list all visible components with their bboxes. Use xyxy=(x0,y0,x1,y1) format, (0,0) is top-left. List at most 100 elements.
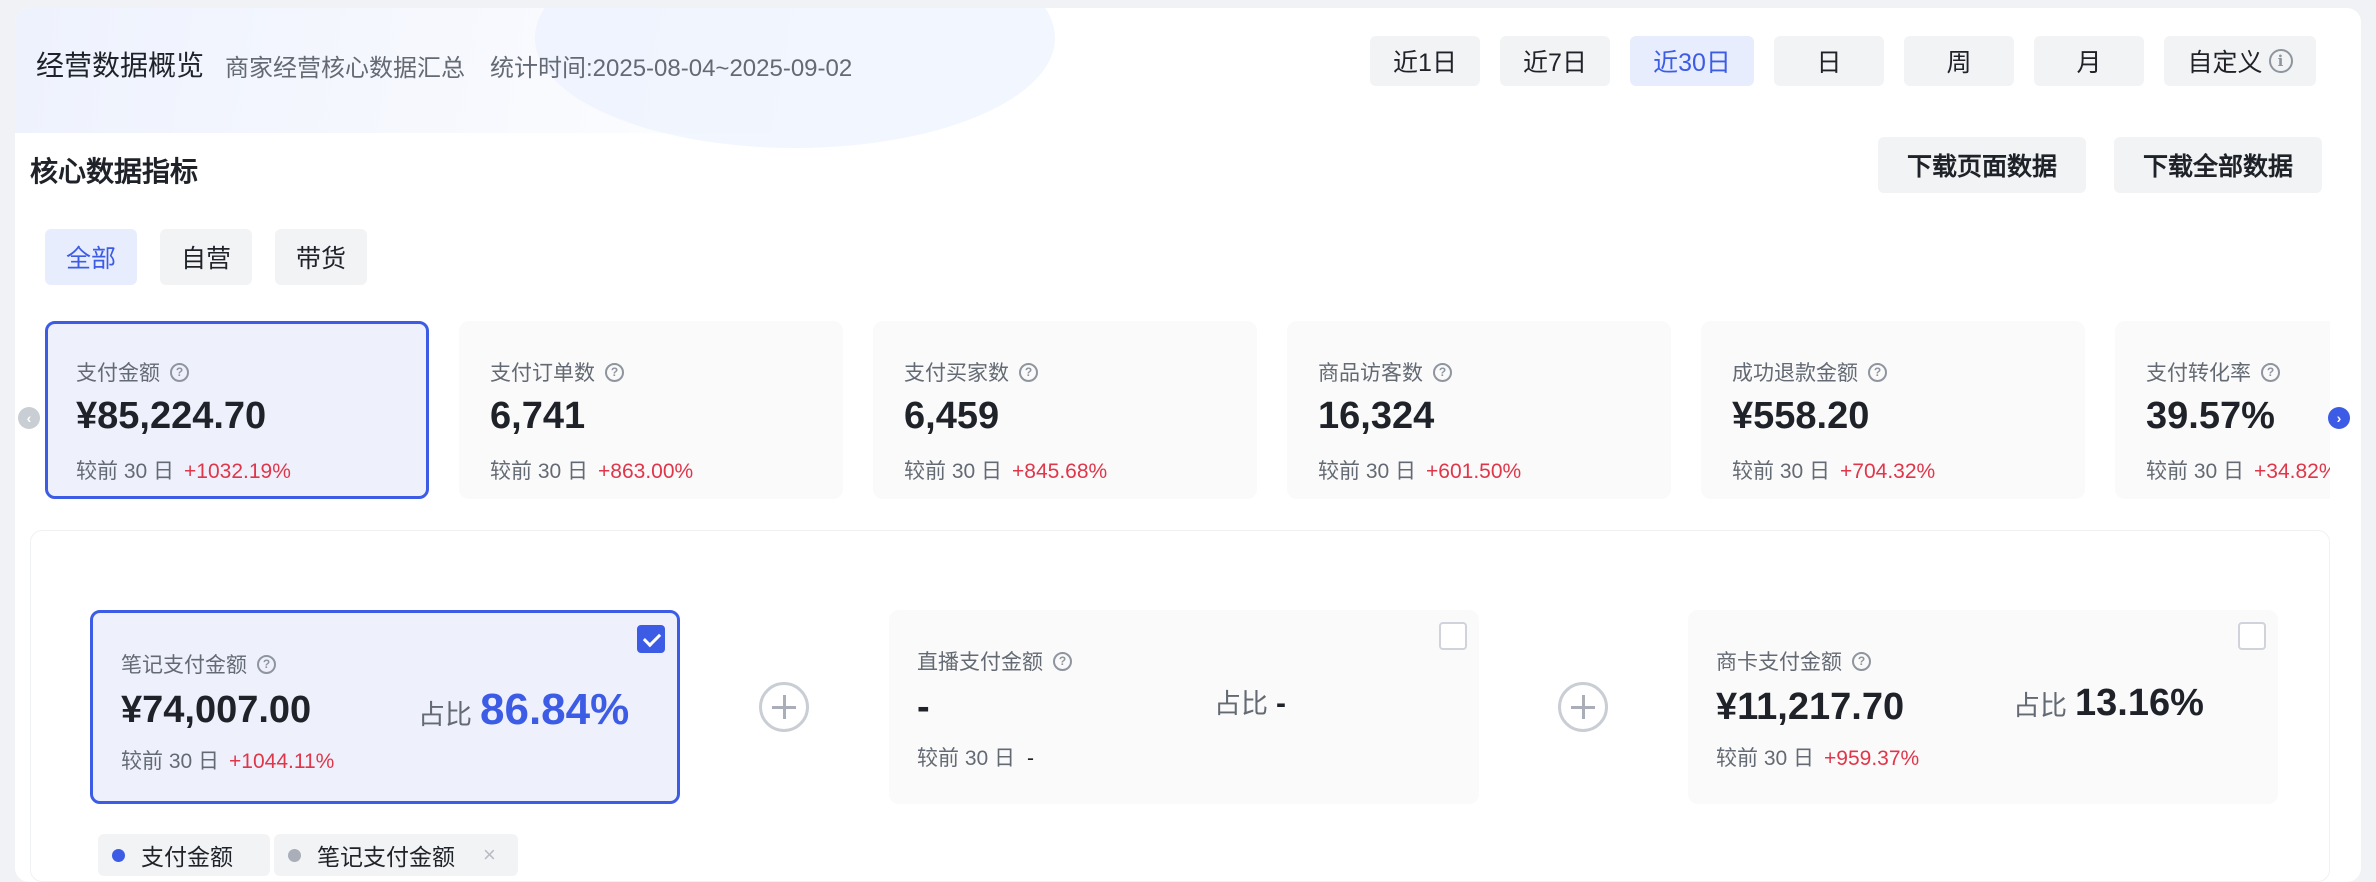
carousel-next-icon[interactable]: › xyxy=(2328,407,2350,429)
breakdown-label-wrap: 笔记支付金额? xyxy=(121,649,276,679)
info-icon: i xyxy=(2268,49,2293,73)
question-icon[interactable]: ? xyxy=(1868,362,1887,382)
question-icon[interactable]: ? xyxy=(1433,362,1452,382)
legend-chip-note-payment[interactable]: 笔记支付金额 × xyxy=(274,834,518,876)
range-custom-button[interactable]: 自定义 i xyxy=(2164,36,2316,86)
download-page-data-button[interactable]: 下载页面数据 xyxy=(1878,137,2086,193)
metric-label-wrap: 支付转化率? xyxy=(2146,357,2280,387)
legend-dot xyxy=(112,848,125,862)
question-icon[interactable]: ? xyxy=(2261,362,2280,382)
breakdown-label: 直播支付金额 xyxy=(917,651,1043,674)
range-7d-button[interactable]: 近7日 xyxy=(1500,36,1610,86)
legend-dot xyxy=(288,848,301,862)
metric-label: 支付金额 xyxy=(76,362,160,385)
legend-chip-payment-amount[interactable]: 支付金额 xyxy=(98,834,270,876)
share-value: 86.84% xyxy=(480,685,630,734)
range-1d-button[interactable]: 近1日 xyxy=(1370,36,1480,86)
metric-label: 支付订单数 xyxy=(490,362,595,385)
question-icon[interactable]: ? xyxy=(1053,651,1072,671)
metric-value: ¥558.20 xyxy=(1732,395,1870,437)
change-value: +601.50% xyxy=(1426,460,1522,483)
breakdown-share: 占比 13.16% xyxy=(2013,682,2204,725)
breakdown-checkbox[interactable] xyxy=(637,625,665,653)
compare-label: 较前 30 日 xyxy=(1318,460,1417,483)
compare-label: 较前 30 日 xyxy=(121,750,220,773)
metric-value: ¥85,224.70 xyxy=(76,395,267,437)
question-icon[interactable]: ? xyxy=(257,654,276,674)
metric-label-wrap: 商品访客数? xyxy=(1318,357,1452,387)
compare-label: 较前 30 日 xyxy=(490,460,589,483)
breakdown-label: 商卡支付金额 xyxy=(1716,651,1842,674)
breakdown-label: 笔记支付金额 xyxy=(121,654,247,677)
metric-label-wrap: 支付买家数? xyxy=(904,357,1038,387)
breakdown-checkbox[interactable] xyxy=(1439,622,1467,650)
change-value: +863.00% xyxy=(598,460,694,483)
download-all-data-button[interactable]: 下载全部数据 xyxy=(2114,137,2322,193)
change-value: +845.68% xyxy=(1012,460,1108,483)
question-icon[interactable]: ? xyxy=(605,362,624,382)
metric-card-refund-amount[interactable]: 成功退款金额? ¥558.20 较前 30 日 +704.32% xyxy=(1701,321,2085,499)
range-week-button[interactable]: 周 xyxy=(1904,36,2014,86)
breakdown-compare: 较前 30 日- xyxy=(917,742,1034,772)
range-day-button[interactable]: 日 xyxy=(1774,36,1884,86)
compare-label: 较前 30 日 xyxy=(76,460,175,483)
segment-all-tab[interactable]: 全部 xyxy=(45,229,137,285)
breakdown-value: - xyxy=(917,686,930,728)
share-value: 13.16% xyxy=(2075,682,2204,724)
breakdown-card-live-payment[interactable]: 直播支付金额? - 占比 - 较前 30 日- xyxy=(889,610,1479,804)
question-icon[interactable]: ? xyxy=(1019,362,1038,382)
metric-label: 支付转化率 xyxy=(2146,362,2251,385)
segment-affiliate-tab[interactable]: 带货 xyxy=(275,229,367,285)
change-value: +959.37% xyxy=(1824,747,1920,770)
breakdown-compare: 较前 30 日 +959.37% xyxy=(1716,742,1919,772)
legend-label: 笔记支付金额 xyxy=(317,844,455,870)
compare-label: 较前 30 日 xyxy=(1716,747,1815,770)
metric-card-buyer-count[interactable]: 支付买家数? 6,459 较前 30 日 +845.68% xyxy=(873,321,1257,499)
breakdown-compare: 较前 30 日 +1044.11% xyxy=(121,745,334,775)
share-label: 占比 xyxy=(2013,691,2067,721)
metric-card-payment-amount[interactable]: 支付金额? ¥85,224.70 较前 30 日 +1032.19% xyxy=(45,321,429,499)
breakdown-checkbox[interactable] xyxy=(2238,622,2266,650)
change-value: +34.82% xyxy=(2254,460,2330,483)
share-label: 占比 xyxy=(1214,689,1268,719)
range-30d-button[interactable]: 近30日 xyxy=(1630,36,1754,86)
segment-self-operated-tab[interactable]: 自营 xyxy=(160,229,252,285)
share-value: - xyxy=(1276,687,1286,720)
legend-label: 支付金额 xyxy=(141,844,233,870)
range-month-button[interactable]: 月 xyxy=(2034,36,2144,86)
core-metrics-title: 核心数据指标 xyxy=(30,156,199,187)
compare-label: 较前 30 日 xyxy=(2146,460,2245,483)
breakdown-label-wrap: 商卡支付金额? xyxy=(1716,646,1871,676)
change-value: +704.32% xyxy=(1840,460,1936,483)
breakdown-card-product-card-payment[interactable]: 商卡支付金额? ¥11,217.70 占比 13.16% 较前 30 日 +959.… xyxy=(1688,610,2278,804)
metric-card-conversion-rate[interactable]: 支付转化率? 39.57% 较前 30 日 +34.82% xyxy=(2115,321,2330,499)
metric-compare: 较前 30 日 +704.32% xyxy=(1732,455,1935,485)
metric-label: 支付买家数 xyxy=(904,362,1009,385)
close-icon[interactable]: × xyxy=(483,842,496,868)
compare-label: 较前 30 日 xyxy=(1732,460,1831,483)
metric-compare: 较前 30 日 +863.00% xyxy=(490,455,693,485)
metric-value: 16,324 xyxy=(1318,395,1435,437)
metric-card-visitor-count[interactable]: 商品访客数? 16,324 较前 30 日 +601.50% xyxy=(1287,321,1671,499)
metric-compare: 较前 30 日 +1032.19% xyxy=(76,455,291,485)
breakdown-value: ¥74,007.00 xyxy=(121,689,312,731)
breakdown-label-wrap: 直播支付金额? xyxy=(917,646,1072,676)
metric-label-wrap: 支付金额? xyxy=(76,357,189,387)
breakdown-card-note-payment[interactable]: 笔记支付金额? ¥74,007.00 占比 86.84% 较前 30 日 +1044… xyxy=(90,610,680,804)
metric-value: 6,741 xyxy=(490,395,586,437)
change-value: +1044.11% xyxy=(229,750,335,773)
breakdown-value: ¥11,217.70 xyxy=(1716,686,1905,728)
compare-label: 较前 30 日 xyxy=(904,460,1003,483)
metric-card-order-count[interactable]: 支付订单数? 6,741 较前 30 日 +863.00% xyxy=(459,321,843,499)
metric-label: 商品访客数 xyxy=(1318,362,1423,385)
metric-compare: 较前 30 日 +845.68% xyxy=(904,455,1107,485)
metric-label: 成功退款金额 xyxy=(1732,362,1858,385)
breakdown-share: 占比 - xyxy=(1214,682,1286,721)
metric-label-wrap: 成功退款金额? xyxy=(1732,357,1887,387)
share-label: 占比 xyxy=(418,700,472,730)
question-icon[interactable]: ? xyxy=(1852,651,1871,671)
metric-compare: 较前 30 日 +34.82% xyxy=(2146,455,2330,485)
question-icon[interactable]: ? xyxy=(170,362,189,382)
plus-icon xyxy=(759,682,809,732)
metric-label-wrap: 支付订单数? xyxy=(490,357,624,387)
